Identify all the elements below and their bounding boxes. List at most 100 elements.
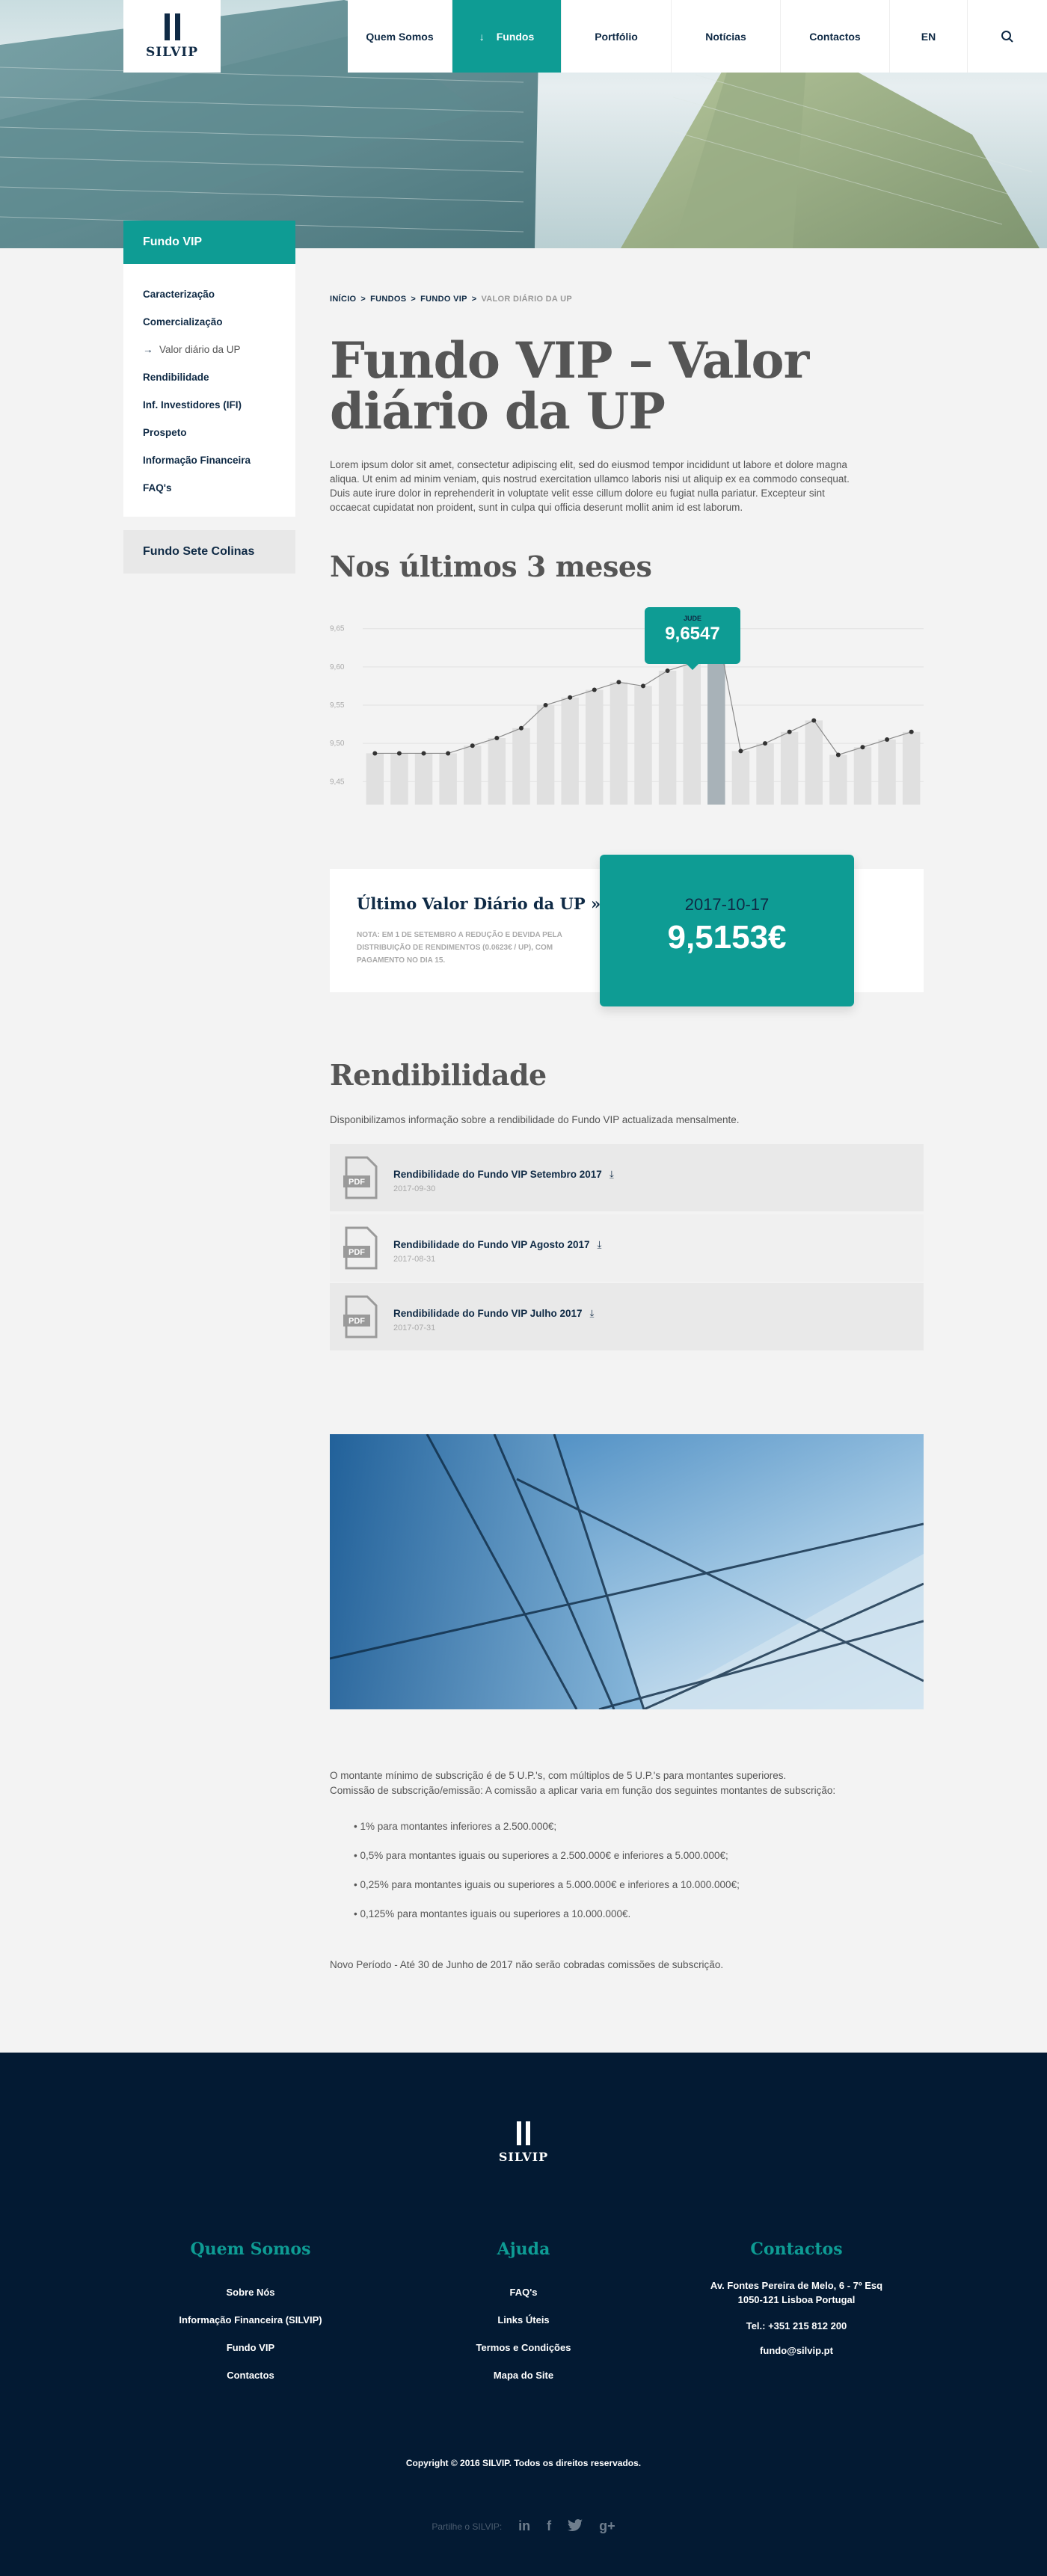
chart-bar <box>756 743 774 805</box>
list-item: • 0,25% para montantes iguais ou superio… <box>354 1879 740 1890</box>
logo-bars-icon <box>486 2121 561 2145</box>
chart-point <box>372 751 378 756</box>
sidebar-item-caracterizacao[interactable]: Caracterização <box>143 280 295 308</box>
last-value-date: 2017-10-17 <box>684 895 770 914</box>
chart-bar <box>439 753 457 805</box>
chart-point <box>885 737 890 743</box>
nav-contactos[interactable]: Contactos <box>781 0 890 73</box>
nav-chart: 9,45 9,50 9,55 9,60 9,65 <box>330 622 924 805</box>
footer-logo[interactable]: SILVIP <box>486 2121 561 2164</box>
chart-point <box>470 743 475 748</box>
footer-col-contactos: Contactos Av. Fontes Pereira de Melo, 6 … <box>669 2240 924 2356</box>
subscription-line-1: O montante mínimo de subscrição é de 5 U… <box>330 1770 787 1781</box>
chart-bar <box>902 731 921 805</box>
footer-address-line-2: 1050-121 Lisboa Portugal <box>737 2294 856 2305</box>
footer-link[interactable]: Termos e Condições <box>396 2334 651 2361</box>
footer-col-title: Quem Somos <box>190 2240 311 2259</box>
chart-bar <box>878 740 896 805</box>
pdf-file-icon: PDF <box>343 1156 378 1199</box>
pdf-file-icon: PDF <box>343 1226 378 1270</box>
chart-y-tick-label: 9,50 <box>330 740 345 748</box>
download-icon[interactable]: ⤓ <box>610 1169 614 1180</box>
download-icon[interactable]: ⤓ <box>598 1239 602 1250</box>
footer-col-ajuda: Ajuda FAQ's Links Úteis Termos e Condiçõ… <box>396 2240 651 2389</box>
chart-bar <box>561 697 579 805</box>
breadcrumb-inicio[interactable]: INÍCIO <box>330 295 356 304</box>
sidebar-item-label: Valor diário da UP <box>159 344 241 355</box>
chart-bar <box>366 753 384 805</box>
nav-language-en[interactable]: EN <box>890 0 968 73</box>
document-title: Rendibilidade do Fundo VIP Setembro 2017… <box>393 1169 614 1180</box>
svg-text:PDF: PDF <box>349 1317 365 1326</box>
sidebar-menu: Caracterização Comercialização → Valor di… <box>123 264 295 517</box>
google-plus-icon[interactable]: g+ <box>599 2518 615 2534</box>
footer-phone[interactable]: Tel.: +351 215 812 200 <box>669 2320 924 2331</box>
nav-portfolio[interactable]: Portfólio <box>562 0 672 73</box>
facebook-icon[interactable]: f <box>547 2518 551 2534</box>
pdf-file-icon: PDF <box>343 1295 378 1338</box>
twitter-bird-icon <box>568 2519 583 2531</box>
footer-link[interactable]: FAQ's <box>396 2278 651 2306</box>
last-value-title[interactable]: Último Valor Diário da UP » <box>357 894 601 913</box>
breadcrumb-fundo-vip[interactable]: FUNDO VIP <box>420 295 467 304</box>
document-date: 2017-08-31 <box>393 1255 436 1264</box>
footer-link[interactable]: Links Úteis <box>396 2306 651 2334</box>
tooltip-label: JUDE <box>683 615 701 622</box>
chart-bar <box>536 705 555 805</box>
list-item: • 1% para montantes inferiores a 2.500.0… <box>354 1821 557 1832</box>
footer-address-line-1: Av. Fontes Pereira de Melo, 6 - 7º Esq <box>710 2280 883 2291</box>
chart-y-tick-label: 9,65 <box>330 625 345 633</box>
rendibilidade-title: Rendibilidade <box>330 1058 547 1092</box>
breadcrumb-fundos[interactable]: FUNDOS <box>370 295 406 304</box>
chart-bar <box>586 689 604 805</box>
sidebar-title[interactable]: Fundo VIP <box>123 221 295 264</box>
chart-point <box>518 725 524 731</box>
footer-col-quem-somos: Quem Somos Sobre Nós Informação Financei… <box>123 2240 378 2389</box>
document-item[interactable]: PDF Rendibilidade do Fundo VIP Julho 201… <box>330 1283 924 1350</box>
footer-col-title: Contactos <box>750 2240 843 2259</box>
chart-bar <box>805 720 823 805</box>
subscription-text: O montante mínimo de subscrição é de 5 U… <box>330 1768 924 1798</box>
svg-text:PDF: PDF <box>349 1248 365 1257</box>
sidebar-item-valor-diario[interactable]: → Valor diário da UP <box>143 336 295 363</box>
logo-bars-icon <box>164 13 180 40</box>
search-button[interactable] <box>968 0 1047 73</box>
footer-link[interactable]: Fundo VIP <box>123 2334 378 2361</box>
sidebar-item-informacao-financeira[interactable]: Informação Financeira <box>143 446 295 474</box>
sidebar-item-comercializacao[interactable]: Comercialização <box>143 308 295 336</box>
sidebar-item-prospeto[interactable]: Prospeto <box>143 419 295 446</box>
chart-bar <box>634 686 652 805</box>
linkedin-icon[interactable]: in <box>518 2518 530 2534</box>
commission-list: • 1% para montantes inferiores a 2.500.0… <box>354 1821 740 1937</box>
twitter-icon[interactable] <box>568 2519 583 2533</box>
sidebar-item-fundo-sete-colinas[interactable]: Fundo Sete Colinas <box>123 530 295 574</box>
footer-logo-text: SILVIP <box>498 2150 549 2164</box>
chart-point <box>568 695 573 700</box>
document-item[interactable]: PDF Rendibilidade do Fundo VIP Setembro … <box>330 1144 924 1211</box>
site-logo[interactable]: SILVIP <box>123 0 221 73</box>
chart-point <box>421 751 426 756</box>
footer: SILVIP Quem Somos Sobre Nós Informação F… <box>0 2053 1047 2576</box>
chart-point <box>909 729 914 734</box>
nav-fundos[interactable]: ↓ Fundos <box>452 0 562 73</box>
footer-link[interactable]: Sobre Nós <box>123 2278 378 2306</box>
subscription-line-2: Comissão de subscrição/emissão: A comiss… <box>330 1785 836 1796</box>
sidebar-item-rendibilidade[interactable]: Rendibilidade <box>143 363 295 391</box>
chart-bar <box>512 728 530 805</box>
chart-point <box>396 751 402 756</box>
footer-link[interactable]: Contactos <box>123 2361 378 2389</box>
nav-noticias[interactable]: Notícias <box>672 0 781 73</box>
sidebar-item-inf-investidores[interactable]: Inf. Investidores (IFI) <box>143 391 295 419</box>
footer-link[interactable]: Mapa do Site <box>396 2361 651 2389</box>
sidebar-item-faqs[interactable]: FAQ's <box>143 474 295 502</box>
nav-quem-somos[interactable]: Quem Somos <box>348 0 452 73</box>
chart-point <box>592 687 597 692</box>
download-icon[interactable]: ⤓ <box>590 1308 595 1319</box>
sidebar: Fundo VIP Caracterização Comercialização… <box>123 221 295 574</box>
chart-point <box>811 718 817 723</box>
chart-bar <box>683 663 701 805</box>
footer-link[interactable]: Informação Financeira (SILVIP) <box>123 2306 378 2334</box>
document-item[interactable]: PDF Rendibilidade do Fundo VIP Agosto 20… <box>330 1214 924 1282</box>
nav-fundos-label: Fundos <box>496 30 535 43</box>
footer-email[interactable]: fundo@silvip.pt <box>669 2345 924 2356</box>
